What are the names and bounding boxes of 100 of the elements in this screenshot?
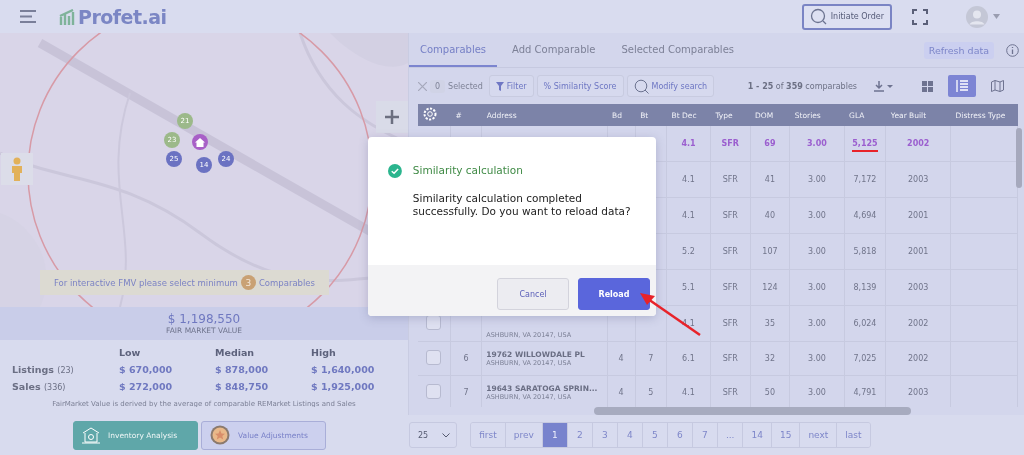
tab[interactable]: Comparables (409, 33, 498, 67)
list-icon (956, 80, 968, 92)
annotation-arrow (640, 293, 702, 337)
count-badge: 3 (240, 275, 256, 290)
table-cell: 5,818 (853, 247, 877, 256)
page-button[interactable]: first (471, 423, 506, 447)
stats-value: $ 878,000 (215, 364, 270, 375)
dialog-title: Similarity calculation (412, 164, 524, 176)
home-icon (195, 137, 205, 147)
table-cell: 7,172 (853, 175, 877, 184)
table-cell: 7 (648, 354, 654, 363)
table-cell: 2002 (908, 354, 929, 363)
table-cell: 50 (764, 388, 776, 397)
selected-label: Selected (448, 81, 483, 91)
table-cell: 3.00 (808, 354, 826, 363)
page-size-select[interactable]: 25 (409, 422, 458, 448)
close-icon[interactable] (418, 81, 427, 91)
download-icon[interactable] (874, 80, 894, 92)
table-cell: 3.00 (808, 283, 826, 292)
tab[interactable]: Add Comparable (501, 33, 607, 67)
table-cell: 3.00 (808, 175, 826, 184)
table-cell: 4.1 (682, 388, 695, 397)
table-cell: 40 (764, 211, 776, 220)
horizontal-scrollbar[interactable] (594, 407, 911, 415)
table-cell: SFR (722, 175, 738, 184)
underline-mark (852, 150, 878, 152)
table-cell: 2001 (908, 211, 929, 220)
menu-icon[interactable] (20, 10, 36, 23)
table-cell: 32 (764, 354, 776, 363)
person-icon (11, 157, 23, 181)
table-cell: 7,025 (853, 354, 877, 363)
stats-value: $ 670,000 (119, 364, 174, 375)
table-cell: 69 (764, 139, 776, 148)
table-cell: 4,791 (853, 388, 877, 397)
filter-icon (495, 81, 504, 91)
info-icon[interactable] (1006, 43, 1019, 57)
table-cell: 2003 (908, 175, 929, 184)
table-cell: SFR (722, 319, 738, 328)
table-cell: 107 (762, 247, 778, 256)
table-cell: 2003 (908, 283, 929, 292)
table-cell: SFR (722, 388, 738, 397)
stats-value: $ 1,925,000 (311, 381, 376, 392)
stats-value: $ 1,640,000 (311, 364, 376, 375)
table-cell: 4 (618, 354, 624, 363)
table-cell: 4.1 (682, 211, 695, 220)
settings-icon[interactable] (423, 107, 437, 121)
table-cell: 124 (762, 283, 778, 292)
filter-button[interactable]: Filter (488, 75, 534, 97)
logo-icon (59, 8, 77, 25)
page-button[interactable]: 1 (542, 423, 568, 447)
table-cell: 6,024 (853, 319, 877, 328)
table-cell: 5,125 (852, 139, 878, 148)
fmv-value: $ 1,198,550 (167, 312, 241, 326)
fullscreen-icon[interactable] (912, 8, 928, 25)
cancel-button[interactable]: Cancel (497, 278, 569, 310)
table-cell: SFR (721, 139, 739, 148)
table-cell: 5.1 (682, 283, 695, 292)
grid-icon (921, 80, 933, 92)
initiate-order-button[interactable]: Initiate Order (801, 3, 892, 30)
list-view-button[interactable] (948, 75, 976, 97)
table-cell: SFR (722, 211, 738, 220)
table-cell: 2001 (908, 247, 929, 256)
notice-text: For interactive FMV please select minimum (53, 277, 238, 288)
table-cell: 2003 (908, 388, 929, 397)
table-cell: 3.00 (808, 319, 826, 328)
chevron-down-icon (442, 432, 451, 438)
stats-heading: High (311, 347, 337, 358)
table-cell: SFR (722, 354, 738, 363)
table-cell: 4,694 (853, 211, 877, 220)
table-cell: 8,139 (853, 283, 877, 292)
table-cell: 6.1 (682, 354, 695, 363)
search-icon (809, 8, 827, 25)
tab[interactable]: Selected Comparables (610, 33, 745, 67)
stats-heading: Median (215, 347, 256, 358)
reload-button[interactable]: Reload (578, 278, 650, 310)
street-view-button[interactable] (1, 153, 33, 185)
zoom-in-button[interactable] (376, 101, 408, 133)
vertical-scrollbar[interactable] (1016, 128, 1022, 188)
table-cell: 2002 (907, 139, 930, 148)
table-cell: 3.00 (808, 247, 826, 256)
refresh-data-button[interactable]: Refresh data (923, 41, 994, 59)
table-cell: 3.00 (808, 388, 826, 397)
map-icon (990, 80, 1004, 92)
house-icon (82, 426, 100, 444)
stats-value: $ 848,750 (215, 381, 270, 392)
similarity-score-button[interactable]: % Similarity Score (536, 75, 624, 97)
table-cell: 7 (463, 388, 469, 397)
row-checkbox[interactable] (426, 384, 442, 399)
table-cell: 4 (618, 388, 624, 397)
logo: Profet.ai (78, 5, 167, 28)
selected-count: 0 (430, 79, 446, 93)
modify-search-button[interactable]: Modify search (626, 75, 715, 97)
table-cell: SFR (722, 247, 738, 256)
table-cell: 4.1 (682, 175, 695, 184)
row-checkbox[interactable] (426, 350, 442, 365)
table-cell: 5.2 (682, 247, 695, 256)
table-cell: SFR (722, 283, 738, 292)
caret-icon (993, 14, 1000, 19)
plus-icon (385, 110, 399, 124)
stats-row-label: Sales (336) (12, 381, 67, 392)
